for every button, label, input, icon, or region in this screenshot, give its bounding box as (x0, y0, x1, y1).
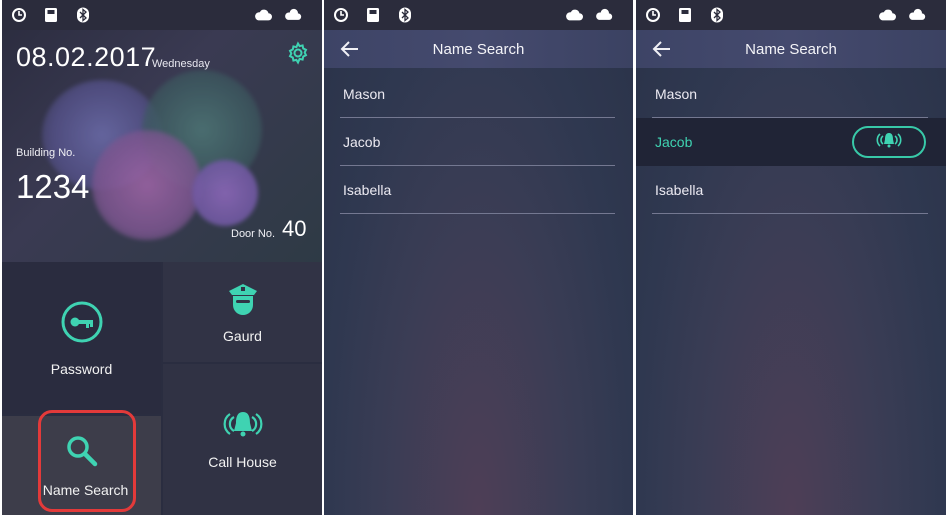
list-item[interactable]: Mason (636, 70, 946, 118)
call-house-tile[interactable]: Call House (163, 364, 322, 515)
back-arrow-icon[interactable] (340, 40, 360, 58)
name-label: Jacob (343, 134, 381, 150)
bell-ring-icon (217, 409, 269, 444)
name-label: Isabella (343, 182, 392, 198)
cloud-ls-icon (595, 6, 613, 24)
status-bar (636, 0, 946, 30)
weekday-display: Wednesday (152, 58, 210, 70)
status-bar (324, 0, 633, 30)
cloud-ls-icon (284, 6, 302, 24)
date-display: 08.02.2017 (16, 42, 157, 72)
call-button[interactable] (852, 126, 926, 158)
decor-bubble (92, 130, 202, 240)
password-label: Password (50, 360, 113, 377)
home-screen: 08.02.2017 Wednesday Building No. 1234 D… (2, 0, 322, 515)
list-item[interactable]: Isabella (636, 166, 946, 214)
cloud-icon (254, 6, 272, 24)
bluetooth-icon (396, 6, 414, 24)
door-label: Door No. (231, 228, 276, 240)
list-item[interactable]: Isabella (324, 166, 633, 214)
password-tile[interactable]: Password (2, 262, 161, 414)
name-label: Isabella (655, 182, 704, 198)
list-item-selected[interactable]: Jacob (636, 118, 946, 166)
sd-card-icon (42, 6, 60, 24)
status-bar (2, 0, 322, 30)
title-bar: Name Search (324, 30, 633, 68)
decor-bubble (192, 160, 258, 226)
sync-icon (10, 6, 28, 24)
cloud-icon (878, 6, 896, 24)
list-item[interactable]: Mason (324, 70, 633, 118)
key-icon (60, 300, 104, 349)
sync-icon (332, 6, 350, 24)
building-label: Building No. (16, 147, 76, 159)
name-label: Jacob (655, 134, 693, 150)
settings-gear-icon[interactable] (286, 41, 310, 65)
name-search-screen: Name Search Mason Jacob Isabella (324, 0, 633, 515)
list-item[interactable]: Jacob (324, 118, 633, 166)
guard-tile[interactable]: Gaurd (163, 262, 322, 362)
guard-label: Gaurd (223, 327, 262, 344)
info-header: 08.02.2017 Wednesday Building No. 1234 D… (2, 30, 322, 262)
name-search-selected-screen: Name Search Mason Jacob Isabella (636, 0, 946, 515)
bluetooth-icon (74, 6, 92, 24)
door-number: 40 (282, 216, 307, 241)
name-label: Mason (343, 86, 386, 102)
cloud-ls-icon (908, 6, 926, 24)
name-list: Mason Jacob Isabella (324, 70, 633, 214)
page-title: Name Search (432, 40, 525, 58)
cloud-icon (565, 6, 583, 24)
call-house-label: Call House (208, 454, 277, 470)
title-bar: Name Search (636, 30, 946, 68)
divider (340, 213, 615, 214)
page-title: Name Search (745, 40, 837, 58)
guard-icon (224, 281, 262, 324)
sd-card-icon (364, 6, 382, 24)
sync-icon (644, 6, 662, 24)
building-number: 1234 (16, 168, 90, 205)
divider (652, 213, 928, 214)
name-label: Mason (655, 86, 698, 102)
name-search-highlight (38, 410, 136, 512)
bell-ring-icon (872, 131, 906, 154)
back-arrow-icon[interactable] (652, 40, 672, 58)
name-list: Mason Jacob Isabella (636, 70, 946, 214)
bluetooth-icon (708, 6, 726, 24)
sd-card-icon (676, 6, 694, 24)
